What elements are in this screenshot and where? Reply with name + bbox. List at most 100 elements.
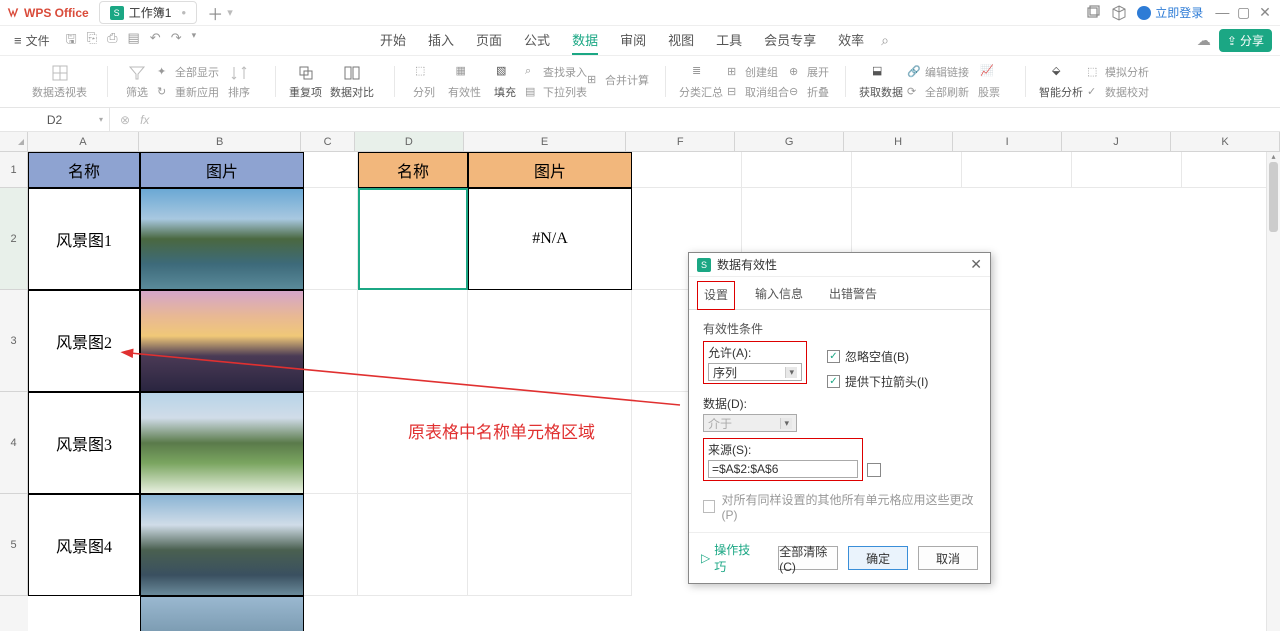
ribbon-ungroup[interactable]: ⊟取消组合 (727, 84, 789, 100)
window-clone-icon[interactable] (1085, 5, 1101, 21)
tab-close-dot-icon[interactable]: ● (181, 8, 186, 17)
row-header-2[interactable]: 2 (0, 188, 28, 290)
file-menu[interactable]: ≡ 文件 (8, 30, 56, 51)
ribbon-dropdown-list[interactable]: ▤下拉列表 (525, 84, 587, 100)
cell-e4[interactable] (468, 392, 632, 494)
ribbon-get-data[interactable]: ⬓获取数据 (855, 64, 907, 100)
cell-b2-image[interactable] (140, 188, 304, 290)
range-picker-icon[interactable] (867, 463, 881, 477)
spreadsheet-grid[interactable]: A B C D E F G H I J K 1 2 3 4 5 (0, 132, 1280, 631)
dialog-tab-settings[interactable]: 设置 (697, 281, 735, 310)
dialog-close-button[interactable]: ✕ (970, 256, 982, 273)
source-input[interactable]: =$A$2:$A$6 (708, 460, 858, 478)
ignore-blank-checkbox[interactable]: ✓忽略空值(B) (827, 348, 928, 365)
maximize-button[interactable]: ▢ (1235, 4, 1253, 21)
cell-i1[interactable] (962, 152, 1072, 188)
ribbon-reapply[interactable]: ↻重新应用 (157, 84, 219, 100)
ribbon-create-group[interactable]: ⊞创建组 (727, 64, 789, 80)
cell-b5-image[interactable] (140, 494, 304, 596)
cell-c3[interactable] (304, 290, 358, 392)
ribbon-subtotal[interactable]: ≣分类汇总 (675, 64, 727, 100)
ribbon-show-all[interactable]: ✦全部显示 (157, 64, 219, 80)
cell-e1[interactable]: 图片 (468, 152, 632, 188)
ribbon-smart-analysis[interactable]: ⬙智能分析 (1035, 64, 1087, 100)
apply-all-checkbox[interactable]: ✓ (703, 500, 715, 513)
ribbon-validity[interactable]: ▦有效性 (444, 64, 485, 100)
cell-a4[interactable]: 风景图3 (28, 392, 140, 494)
login-link[interactable]: 立即登录 (1137, 4, 1203, 21)
cell-a5[interactable]: 风景图4 (28, 494, 140, 596)
close-window-button[interactable]: ✕ (1256, 4, 1274, 21)
col-header-a[interactable]: A (28, 132, 139, 151)
dialog-titlebar[interactable]: S 数据有效性 ✕ (689, 253, 990, 277)
col-header-e[interactable]: E (464, 132, 626, 151)
menu-tab-efficiency[interactable]: 效率 (838, 26, 864, 55)
cell-b1[interactable]: 图片 (140, 152, 304, 188)
ok-button[interactable]: 确定 (848, 546, 908, 570)
cell-d2-selected[interactable] (358, 188, 468, 290)
menu-tab-member[interactable]: 会员专享 (764, 26, 816, 55)
cloud-icon[interactable]: ☁ (1197, 32, 1211, 49)
cell-f1[interactable] (632, 152, 742, 188)
cell-b6-image-partial[interactable] (140, 596, 304, 631)
cell-g1[interactable] (742, 152, 852, 188)
fx-function-icon[interactable]: fx (140, 113, 149, 127)
name-box[interactable]: D2 (0, 108, 110, 131)
fx-cancel-icon[interactable]: ⊗ (120, 113, 130, 127)
ribbon-duplicates[interactable]: 重复项 (285, 64, 326, 100)
menu-tab-formula[interactable]: 公式 (524, 26, 550, 55)
menu-tab-view[interactable]: 视图 (668, 26, 694, 55)
export-icon[interactable]: ⎘ (87, 30, 97, 52)
cell-d1[interactable]: 名称 (358, 152, 468, 188)
cell-b3-image[interactable] (140, 290, 304, 392)
select-all-corner[interactable] (0, 132, 28, 152)
col-header-f[interactable]: F (626, 132, 735, 151)
ribbon-collapse[interactable]: ⊖折叠 (789, 84, 829, 100)
row-header-4[interactable]: 4 (0, 392, 28, 494)
cell-h1[interactable] (852, 152, 962, 188)
undo-icon[interactable]: ↶ (150, 30, 161, 52)
col-header-i[interactable]: I (953, 132, 1062, 151)
ribbon-split-column[interactable]: ⬚分列 (404, 64, 444, 100)
menu-tab-review[interactable]: 审阅 (620, 26, 646, 55)
cell-c4[interactable] (304, 392, 358, 494)
menu-tab-start[interactable]: 开始 (380, 26, 406, 55)
tips-link[interactable]: ▷ 操作技巧 (701, 541, 758, 575)
share-button[interactable]: ⇪ 分享 (1219, 29, 1272, 52)
scroll-thumb[interactable] (1269, 162, 1278, 232)
cell-e3[interactable] (468, 290, 632, 392)
cube-icon[interactable] (1111, 5, 1127, 21)
cell-c2[interactable] (304, 188, 358, 290)
col-header-d[interactable]: D (355, 132, 464, 151)
ribbon-expand[interactable]: ⊕展开 (789, 64, 829, 80)
ribbon-pivot[interactable]: 数据透视表 (28, 64, 91, 100)
cell-e5[interactable] (468, 494, 632, 596)
ribbon-find-entry[interactable]: ⌕查找录入 (525, 64, 587, 80)
ribbon-what-if[interactable]: ⬚模拟分析 (1087, 64, 1149, 80)
dialog-tab-error-alert[interactable]: 出错警告 (823, 281, 883, 309)
row-header-3[interactable]: 3 (0, 290, 28, 392)
ribbon-filter[interactable]: 筛选 (117, 64, 157, 100)
allow-combobox[interactable]: 序列 (708, 363, 802, 381)
cell-a1[interactable]: 名称 (28, 152, 140, 188)
clear-all-button[interactable]: 全部清除(C) (778, 546, 838, 570)
dialog-tab-input-message[interactable]: 输入信息 (749, 281, 809, 309)
redo-icon[interactable]: ↷ (171, 30, 182, 52)
minimize-button[interactable]: — (1213, 4, 1231, 20)
ribbon-fill[interactable]: ▧填充 (485, 64, 525, 100)
tabs-menu-icon[interactable]: ▾ (227, 6, 233, 19)
vertical-scrollbar[interactable]: ▴ (1266, 152, 1280, 631)
print-icon[interactable]: ⎙ (107, 30, 117, 52)
ribbon-data-check[interactable]: ✓数据校对 (1087, 84, 1149, 100)
menu-tab-page[interactable]: 页面 (476, 26, 502, 55)
cell-c5[interactable] (304, 494, 358, 596)
qa-more-icon[interactable]: ▾ (192, 30, 197, 52)
cell-j1[interactable] (1072, 152, 1182, 188)
row-header-1[interactable]: 1 (0, 152, 28, 188)
menu-tab-tools[interactable]: 工具 (716, 26, 742, 55)
menu-tab-insert[interactable]: 插入 (428, 26, 454, 55)
cell-d4[interactable] (358, 392, 468, 494)
cell-d3[interactable] (358, 290, 468, 392)
cell-e2[interactable]: #N/A (468, 188, 632, 290)
col-header-b[interactable]: B (139, 132, 301, 151)
